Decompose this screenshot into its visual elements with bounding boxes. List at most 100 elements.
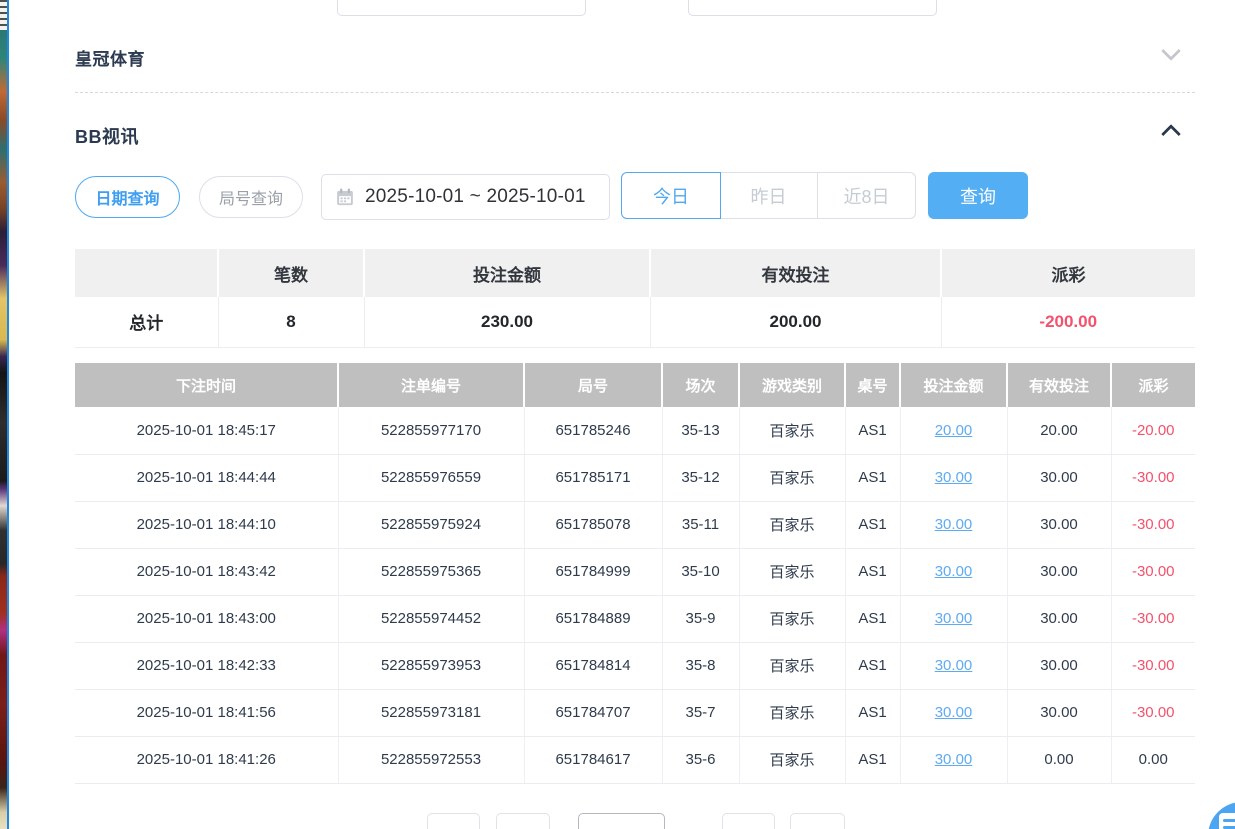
- record-cell-5: AS1: [845, 595, 900, 642]
- summary-header-count: 笔数: [218, 249, 364, 297]
- record-cell-5: AS1: [845, 454, 900, 501]
- record-cell-2: 651784814: [524, 642, 662, 689]
- quick-range-yesterday-button[interactable]: 昨日: [720, 172, 818, 219]
- record-row: 2025-10-01 18:41:56522855973181651784707…: [75, 689, 1195, 736]
- record-cell-7: 30.00: [1007, 595, 1111, 642]
- record-cell-0: 2025-10-01 18:43:00: [75, 595, 338, 642]
- pagination-jump-button[interactable]: [790, 813, 845, 829]
- record-cell-2: 651785246: [524, 407, 662, 454]
- filter-input-left[interactable]: [337, 0, 586, 16]
- record-row: 2025-10-01 18:44:10522855975924651785078…: [75, 501, 1195, 548]
- record-cell-5: AS1: [845, 736, 900, 783]
- records-header-3: 场次: [662, 363, 739, 407]
- record-cell-3: 35-11: [662, 501, 739, 548]
- pagination-size-select[interactable]: [578, 813, 665, 829]
- records-header-4: 游戏类别: [739, 363, 845, 407]
- summary-total-payout: -200.00: [941, 297, 1195, 347]
- record-cell-5: AS1: [845, 407, 900, 454]
- records-header-1: 注单编号: [338, 363, 524, 407]
- record-cell-8: -30.00: [1111, 642, 1195, 689]
- record-row: 2025-10-01 18:42:33522855973953651784814…: [75, 642, 1195, 689]
- record-cell-7: 0.00: [1007, 736, 1111, 783]
- record-cell-0: 2025-10-01 18:41:26: [75, 736, 338, 783]
- record-cell-8: -20.00: [1111, 407, 1195, 454]
- record-cell-7: 30.00: [1007, 689, 1111, 736]
- record-cell-1: 522855975924: [338, 501, 524, 548]
- record-cell-8: 0.00: [1111, 736, 1195, 783]
- pagination-page-button[interactable]: [496, 813, 550, 829]
- summary-table: 笔数 投注金额 有效投注 派彩 总计 8 230.00 200.00 -200.…: [75, 249, 1195, 348]
- record-cell-4: 百家乐: [739, 642, 845, 689]
- record-row: 2025-10-01 18:44:44522855976559651785171…: [75, 454, 1195, 501]
- record-row: 2025-10-01 18:41:26522855972553651784617…: [75, 736, 1195, 783]
- section-title-crown-sports: 皇冠体育: [75, 45, 145, 70]
- record-cell-8: -30.00: [1111, 689, 1195, 736]
- bet-amount-link[interactable]: 30.00: [900, 689, 1007, 736]
- record-cell-7: 30.00: [1007, 548, 1111, 595]
- customer-service-fab[interactable]: [1208, 802, 1235, 829]
- record-cell-5: AS1: [845, 501, 900, 548]
- record-cell-7: 30.00: [1007, 642, 1111, 689]
- record-cell-2: 651784889: [524, 595, 662, 642]
- record-cell-7: 30.00: [1007, 501, 1111, 548]
- summary-total-bet-amount: 230.00: [364, 297, 650, 347]
- records-header-0: 下注时间: [75, 363, 338, 407]
- chevron-down-icon[interactable]: [1161, 41, 1181, 61]
- bet-amount-link[interactable]: 30.00: [900, 501, 1007, 548]
- pagination-next-button[interactable]: [722, 813, 775, 829]
- date-range-picker[interactable]: 2025-10-01 ~ 2025-10-01: [321, 174, 610, 220]
- record-cell-2: 651784617: [524, 736, 662, 783]
- search-button[interactable]: 查询: [928, 172, 1028, 219]
- record-cell-1: 522855976559: [338, 454, 524, 501]
- summary-header-payout: 派彩: [941, 249, 1195, 297]
- record-cell-3: 35-13: [662, 407, 739, 454]
- summary-total-row: 总计 8 230.00 200.00 -200.00: [75, 297, 1195, 347]
- record-cell-4: 百家乐: [739, 595, 845, 642]
- record-cell-3: 35-7: [662, 689, 739, 736]
- record-cell-1: 522855977170: [338, 407, 524, 454]
- background-artwork-strip: [0, 0, 9, 829]
- chevron-up-icon[interactable]: [1161, 124, 1181, 144]
- quick-range-today-button[interactable]: 今日: [621, 172, 721, 219]
- record-cell-1: 522855974452: [338, 595, 524, 642]
- record-cell-0: 2025-10-01 18:45:17: [75, 407, 338, 454]
- record-cell-4: 百家乐: [739, 736, 845, 783]
- record-row: 2025-10-01 18:43:42522855975365651784999…: [75, 548, 1195, 595]
- record-cell-8: -30.00: [1111, 501, 1195, 548]
- record-cell-4: 百家乐: [739, 501, 845, 548]
- bet-amount-link[interactable]: 30.00: [900, 548, 1007, 595]
- records-table-body: 2025-10-01 18:45:17522855977170651785246…: [75, 407, 1195, 783]
- record-cell-5: AS1: [845, 642, 900, 689]
- records-header-5: 桌号: [845, 363, 900, 407]
- filter-input-right[interactable]: [688, 0, 937, 16]
- record-cell-0: 2025-10-01 18:44:10: [75, 501, 338, 548]
- record-cell-0: 2025-10-01 18:42:33: [75, 642, 338, 689]
- bet-amount-link[interactable]: 30.00: [900, 642, 1007, 689]
- record-cell-2: 651784707: [524, 689, 662, 736]
- quick-range-last8days-button[interactable]: 近8日: [818, 172, 916, 219]
- records-table-header: 下注时间注单编号局号场次游戏类别桌号投注金额有效投注派彩: [75, 363, 1195, 407]
- background-artwork-detail: [0, 0, 7, 30]
- record-cell-7: 30.00: [1007, 454, 1111, 501]
- bet-amount-link[interactable]: 30.00: [900, 454, 1007, 501]
- bet-amount-link[interactable]: 30.00: [900, 595, 1007, 642]
- record-cell-5: AS1: [845, 689, 900, 736]
- bet-amount-link[interactable]: 20.00: [900, 407, 1007, 454]
- record-cell-1: 522855973181: [338, 689, 524, 736]
- record-cell-0: 2025-10-01 18:44:44: [75, 454, 338, 501]
- summary-total-label: 总计: [75, 297, 218, 347]
- summary-header-empty: [75, 249, 218, 297]
- record-cell-4: 百家乐: [739, 454, 845, 501]
- record-cell-3: 35-12: [662, 454, 739, 501]
- record-cell-5: AS1: [845, 548, 900, 595]
- bet-amount-link[interactable]: 30.00: [900, 736, 1007, 783]
- record-cell-1: 522855972553: [338, 736, 524, 783]
- record-cell-8: -30.00: [1111, 595, 1195, 642]
- summary-total-valid-bet: 200.00: [650, 297, 941, 347]
- bet-records-table: 下注时间注单编号局号场次游戏类别桌号投注金额有效投注派彩 2025-10-01 …: [75, 363, 1195, 784]
- record-cell-2: 651785171: [524, 454, 662, 501]
- date-query-tab[interactable]: 日期查询: [75, 176, 180, 218]
- record-row: 2025-10-01 18:45:17522855977170651785246…: [75, 407, 1195, 454]
- round-query-tab[interactable]: 局号查询: [199, 176, 303, 218]
- pagination-prev-button[interactable]: [427, 813, 480, 829]
